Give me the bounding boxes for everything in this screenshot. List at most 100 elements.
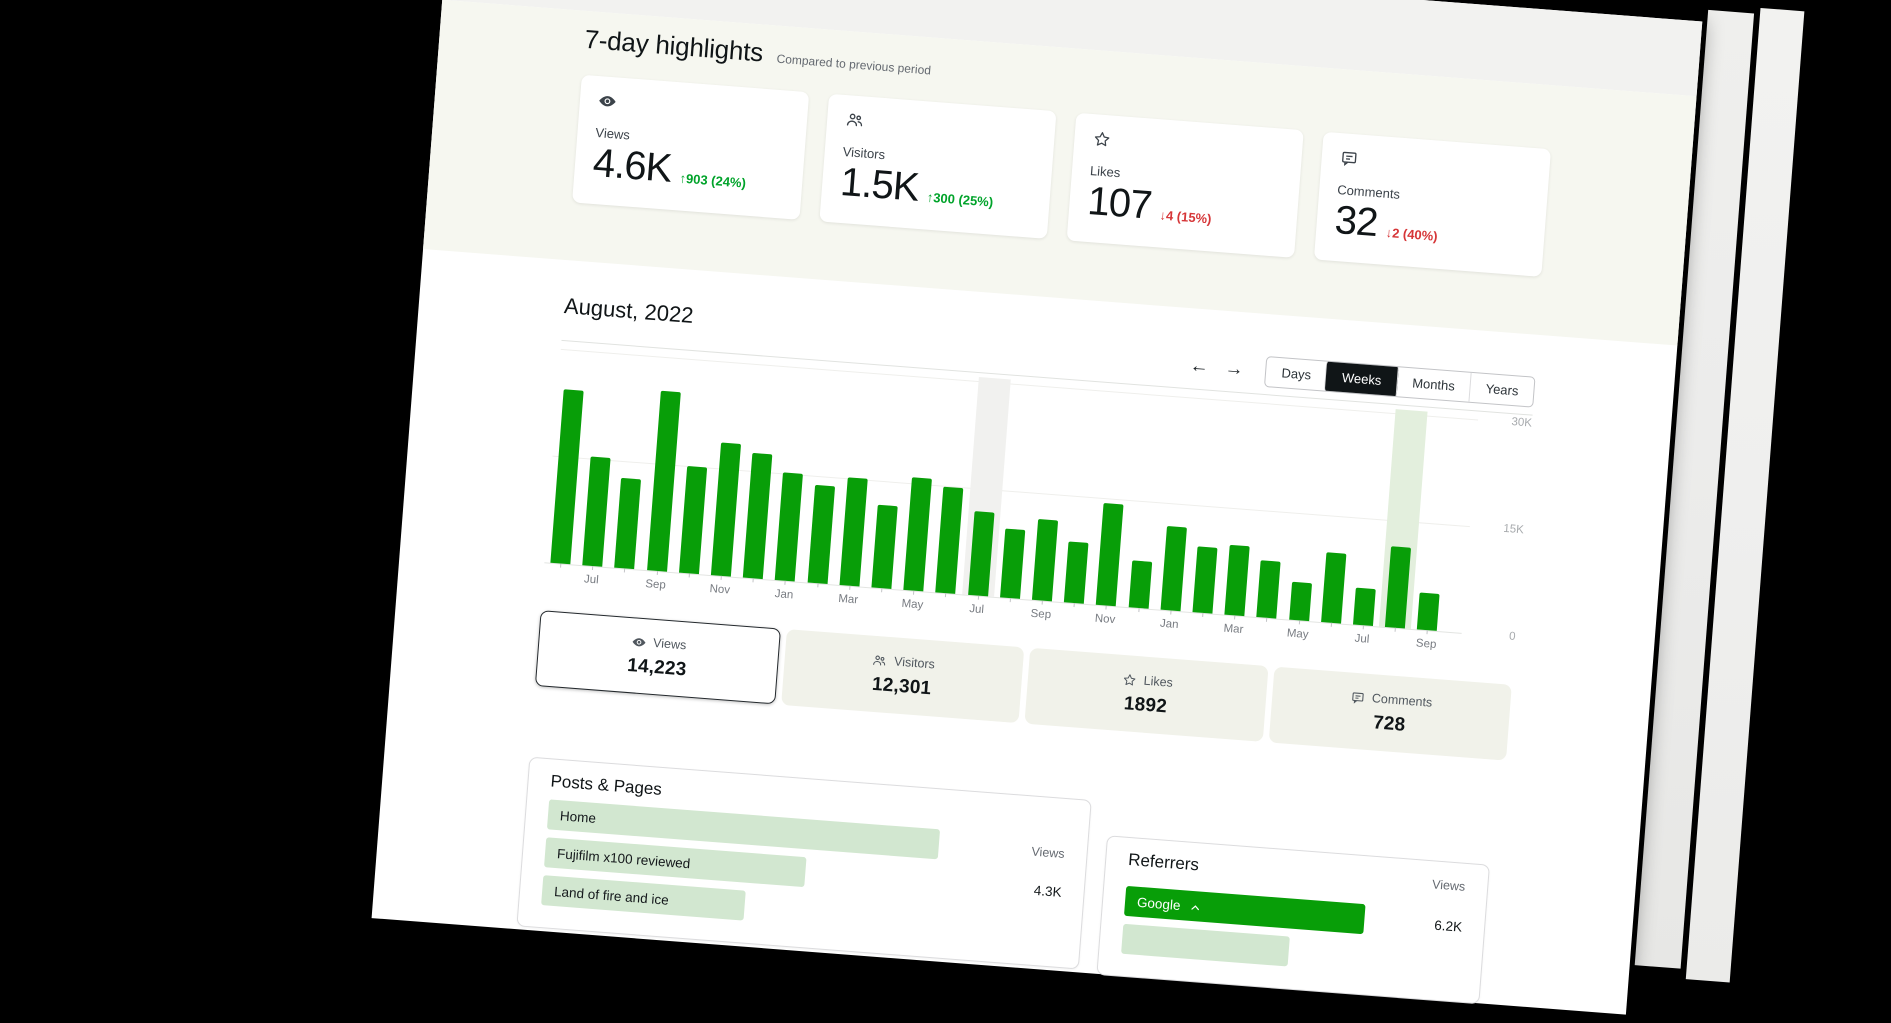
x-axis-label: Nov [697, 582, 742, 597]
chart-bar[interactable] [1192, 546, 1217, 613]
rotated-page-stack: 7-day highlights Compared to previous pe… [372, 0, 1703, 1015]
referrers-views-column-header: Views [1432, 877, 1466, 894]
chart-bar[interactable] [839, 477, 867, 586]
highlight-card-visitors: Visitors1.5K↑300 (25%) [819, 94, 1056, 239]
chart-bar[interactable] [615, 478, 642, 569]
tab-years[interactable]: Years [1469, 373, 1535, 407]
x-axis-label: May [1275, 627, 1320, 642]
metric-tab-comments[interactable]: Comments728 [1268, 667, 1512, 761]
x-axis-tick [817, 583, 818, 587]
chart-bar[interactable] [1160, 526, 1186, 611]
metric-tab-likes[interactable]: Likes1892 [1024, 648, 1268, 742]
star-icon [1092, 129, 1112, 149]
module-row-value [1001, 925, 1059, 929]
highlight-card-value: 4.6K [591, 141, 673, 192]
x-axis-tick [688, 573, 689, 577]
module-row-label: Fujifilm x100 reviewed [557, 846, 691, 871]
highlight-card-comments: Comments32↓2 (40%) [1314, 132, 1551, 277]
tab-weeks[interactable]: Weeks [1324, 361, 1399, 397]
x-axis-tick [1170, 610, 1171, 614]
x-axis-tick [656, 571, 657, 575]
highlight-card-trend: ↑300 (25%) [926, 190, 993, 210]
x-axis-tick [1042, 601, 1043, 605]
x-axis-tick [1363, 625, 1364, 629]
chart-bar[interactable] [936, 487, 964, 594]
module-row-bar[interactable]: Land of fire and ice [541, 875, 745, 920]
referrers-card: Referrers Views Google6.2K [1096, 835, 1490, 1004]
x-axis-tick [1010, 598, 1011, 602]
chart-bar[interactable] [1128, 560, 1152, 608]
highlight-card-value: 107 [1086, 179, 1153, 229]
chart-bar[interactable] [1032, 519, 1058, 601]
module-row-value [1401, 960, 1459, 964]
x-axis-tick [1298, 620, 1299, 624]
tab-months[interactable]: Months [1395, 367, 1471, 402]
x-axis-label: Mar [826, 592, 871, 607]
x-axis-tick [1074, 603, 1075, 607]
metric-tab-value: 14,223 [626, 654, 687, 680]
chart-bar[interactable] [647, 391, 681, 572]
x-axis-tick [624, 568, 625, 572]
module-row-label: Home [559, 808, 596, 826]
metric-tab-label: Likes [1143, 674, 1173, 690]
previous-period-arrow[interactable]: ← [1189, 356, 1209, 376]
metric-tab-label: Visitors [894, 654, 936, 671]
x-axis-tick [1106, 605, 1107, 609]
chart-bar[interactable] [1353, 588, 1376, 626]
x-axis-tick [945, 593, 946, 597]
metric-tab-views[interactable]: Views14,223 [535, 610, 781, 704]
chart-bar[interactable] [679, 466, 707, 574]
period-granularity-tabs: DaysWeeksMonthsYears [1264, 356, 1535, 408]
chart-bar[interactable] [807, 485, 834, 584]
x-axis-tick [560, 564, 561, 568]
chart-bar[interactable] [1096, 503, 1124, 606]
people-icon [872, 652, 888, 668]
module-row-label: Land of fire and ice [554, 884, 670, 908]
module-row-label: Google [1137, 894, 1182, 912]
chart-bar[interactable] [1064, 541, 1089, 603]
tab-days[interactable]: Days [1265, 357, 1327, 390]
chart-bar[interactable] [1417, 593, 1440, 631]
highlight-card-trend: ↓4 (15%) [1159, 207, 1212, 226]
x-axis-tick [1138, 608, 1139, 612]
module-row-bar[interactable] [1121, 924, 1290, 967]
x-axis-tick [849, 586, 850, 590]
highlight-card-value: 32 [1333, 198, 1379, 246]
chart-bar[interactable] [743, 453, 773, 579]
chart-bar[interactable] [1321, 552, 1346, 623]
metric-tab-value: 12,301 [871, 673, 932, 699]
x-axis-label: Jul [569, 572, 614, 587]
chart-bar[interactable] [775, 472, 803, 581]
next-period-arrow[interactable]: → [1224, 359, 1244, 379]
highlight-card-trend: ↓2 (40%) [1385, 225, 1438, 244]
x-axis-label: Nov [1083, 612, 1128, 627]
people-icon [845, 110, 865, 130]
eye-icon [597, 91, 617, 111]
chart-bar[interactable] [1257, 560, 1281, 618]
x-axis-tick [592, 566, 593, 570]
highlight-card-views: Views4.6K↑903 (24%) [572, 75, 809, 220]
metric-tab-visitors[interactable]: Visitors 12,301 [781, 629, 1025, 723]
traffic-chart-section: August, 2022 ← → DaysWeeksMonthsYears Ju… [372, 249, 1678, 1016]
x-axis-tick [785, 581, 786, 585]
y-axis-label: 15K [1453, 519, 1524, 536]
x-axis-label: Mar [1211, 622, 1256, 637]
highlight-card-value: 1.5K [839, 160, 921, 211]
highlights-title: 7-day highlights [583, 24, 764, 69]
star-icon [1121, 671, 1137, 687]
x-axis-tick [1234, 615, 1235, 619]
posts-and-pages-card: Posts & Pages HomeViewsFujifilm x100 rev… [516, 757, 1091, 970]
metric-tab-label: Comments [1371, 691, 1432, 710]
chart-bar[interactable] [550, 389, 583, 564]
chart-bar[interactable] [904, 477, 933, 591]
chart-bar[interactable] [1000, 529, 1025, 599]
chart-bar[interactable] [1289, 582, 1312, 621]
x-axis-label: Jul [954, 602, 999, 617]
x-axis-label: Jan [1147, 617, 1192, 632]
highlight-card-likes: Likes107↓4 (15%) [1067, 113, 1304, 258]
period-title: August, 2022 [563, 293, 694, 329]
chart-bar[interactable] [871, 505, 897, 589]
chart-bar[interactable] [1225, 545, 1250, 616]
chart-bar[interactable] [711, 442, 741, 576]
chart-bar[interactable] [582, 457, 610, 567]
